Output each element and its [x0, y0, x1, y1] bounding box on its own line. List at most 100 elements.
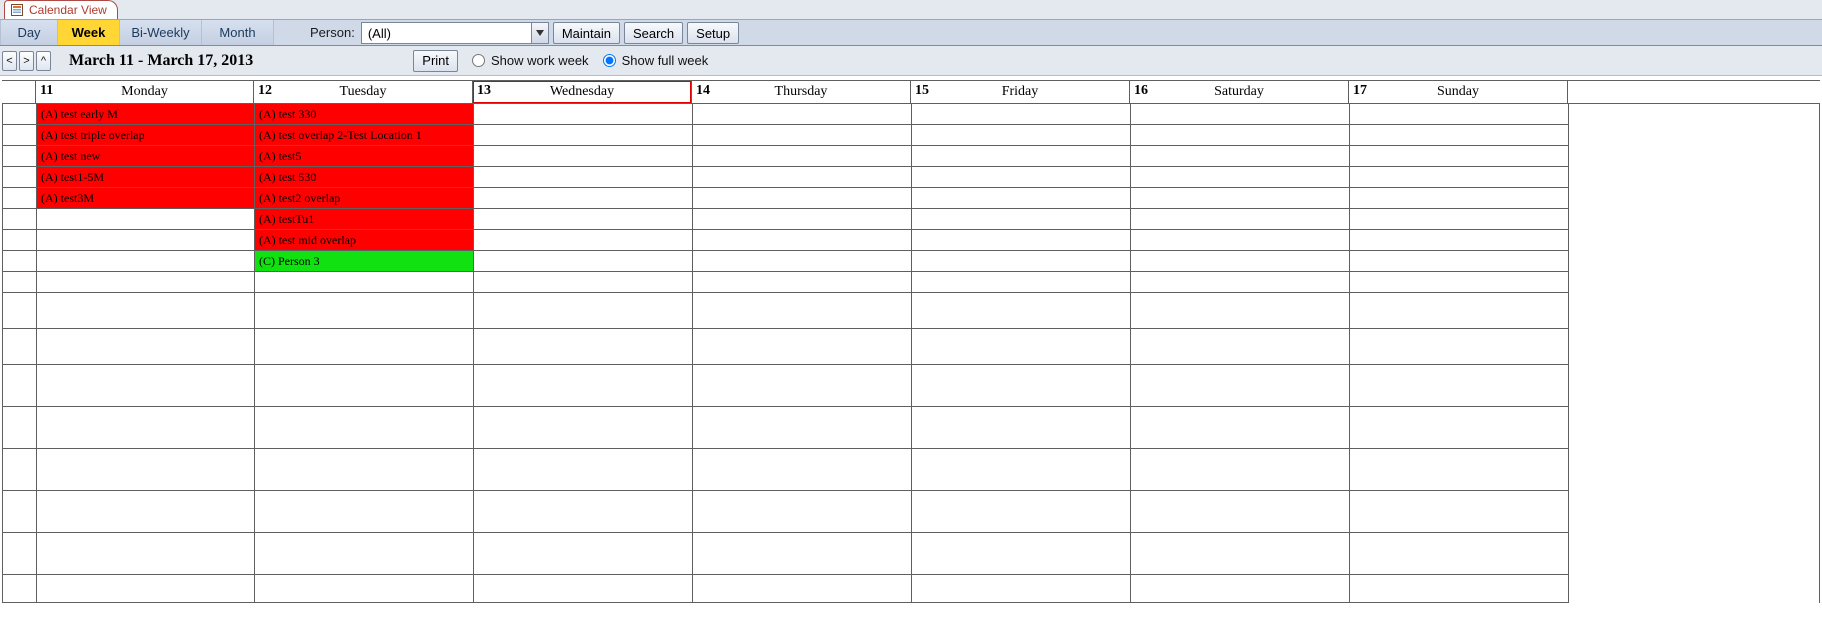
view-biweekly-button[interactable]: Bi-Weekly — [120, 20, 202, 45]
calendar-cell[interactable] — [474, 449, 693, 491]
calendar-cell[interactable] — [37, 575, 255, 603]
calendar-cell[interactable] — [1131, 491, 1350, 533]
calendar-cell[interactable] — [912, 491, 1131, 533]
calendar-cell[interactable] — [1350, 407, 1569, 449]
calendar-cell[interactable] — [3, 104, 37, 125]
view-month-button[interactable]: Month — [202, 20, 274, 45]
calendar-cell[interactable] — [474, 251, 693, 272]
calendar-cell[interactable] — [912, 146, 1131, 167]
event[interactable]: (A) test1-5M — [37, 167, 254, 187]
calendar-cell[interactable] — [693, 188, 912, 209]
calendar-cell[interactable] — [474, 188, 693, 209]
calendar-cell[interactable] — [3, 209, 37, 230]
event[interactable]: (A) test5 — [255, 146, 473, 166]
calendar-cell[interactable] — [1350, 251, 1569, 272]
calendar-cell[interactable] — [1131, 209, 1350, 230]
calendar-cell[interactable]: (A) test1-5M — [37, 167, 255, 188]
calendar-cell[interactable] — [37, 230, 255, 251]
calendar-cell[interactable] — [3, 449, 37, 491]
person-combo-value[interactable]: (All) — [361, 22, 531, 44]
setup-button[interactable]: Setup — [687, 22, 739, 44]
calendar-cell[interactable] — [474, 146, 693, 167]
calendar-cell[interactable] — [37, 491, 255, 533]
calendar-cell[interactable] — [1350, 188, 1569, 209]
calendar-cell[interactable]: (A) test overlap 2-Test Location 1 — [255, 125, 474, 146]
calendar-cell[interactable] — [912, 272, 1131, 293]
search-button[interactable]: Search — [624, 22, 683, 44]
calendar-cell[interactable] — [693, 575, 912, 603]
print-button[interactable]: Print — [413, 50, 458, 72]
calendar-cell[interactable] — [474, 407, 693, 449]
calendar-cell[interactable] — [3, 188, 37, 209]
calendar-cell[interactable] — [474, 533, 693, 575]
calendar-cell[interactable] — [912, 533, 1131, 575]
calendar-cell[interactable] — [474, 575, 693, 603]
calendar-cell[interactable] — [1131, 146, 1350, 167]
calendar-cell[interactable] — [1350, 104, 1569, 125]
calendar-cell[interactable] — [1350, 575, 1569, 603]
calendar-cell[interactable] — [693, 104, 912, 125]
calendar-cell[interactable] — [3, 329, 37, 365]
calendar-cell[interactable] — [255, 365, 474, 407]
calendar-cell[interactable] — [37, 449, 255, 491]
calendar-cell[interactable] — [912, 251, 1131, 272]
calendar-cell[interactable] — [1350, 365, 1569, 407]
radio-full-week[interactable]: Show full week — [597, 53, 709, 68]
calendar-cell[interactable] — [912, 329, 1131, 365]
calendar-cell[interactable] — [37, 251, 255, 272]
calendar-cell[interactable] — [912, 230, 1131, 251]
calendar-cell[interactable] — [1350, 293, 1569, 329]
header-tuesday[interactable]: 12 Tuesday — [254, 81, 473, 103]
person-combo[interactable]: (All) — [361, 22, 549, 44]
header-thursday[interactable]: 14 Thursday — [692, 81, 911, 103]
calendar-cell[interactable] — [693, 209, 912, 230]
calendar-cell[interactable] — [693, 407, 912, 449]
calendar-cell[interactable] — [912, 407, 1131, 449]
calendar-cell[interactable] — [37, 329, 255, 365]
calendar-cell[interactable] — [3, 272, 37, 293]
calendar-cell[interactable] — [3, 230, 37, 251]
calendar-cell[interactable] — [37, 209, 255, 230]
calendar-cell[interactable] — [693, 329, 912, 365]
header-sunday[interactable]: 17 Sunday — [1349, 81, 1568, 103]
calendar-cell[interactable] — [474, 125, 693, 146]
calendar-cell[interactable] — [912, 209, 1131, 230]
calendar-cell[interactable] — [912, 188, 1131, 209]
calendar-cell[interactable] — [3, 365, 37, 407]
calendar-cell[interactable] — [474, 293, 693, 329]
calendar-cell[interactable] — [912, 365, 1131, 407]
calendar-cell[interactable] — [1350, 329, 1569, 365]
calendar-cell[interactable] — [1131, 365, 1350, 407]
calendar-cell[interactable] — [37, 407, 255, 449]
up-button[interactable]: ^ — [36, 51, 51, 71]
calendar-cell[interactable] — [1131, 272, 1350, 293]
event[interactable]: (A) test early M — [37, 104, 254, 124]
calendar-cell[interactable] — [255, 575, 474, 603]
header-wednesday[interactable]: 13 Wednesday — [473, 81, 692, 103]
radio-work-week-input[interactable] — [472, 54, 485, 67]
calendar-cell[interactable] — [37, 293, 255, 329]
calendar-cell[interactable]: (A) test mid overlap — [255, 230, 474, 251]
calendar-cell[interactable] — [474, 365, 693, 407]
calendar-cell[interactable] — [3, 251, 37, 272]
prev-button[interactable]: < — [2, 51, 17, 71]
calendar-cell[interactable] — [1131, 125, 1350, 146]
calendar-cell[interactable]: (A) test new — [37, 146, 255, 167]
calendar-cell[interactable] — [1350, 449, 1569, 491]
calendar-cell[interactable] — [912, 104, 1131, 125]
calendar-cell[interactable] — [474, 491, 693, 533]
calendar-cell[interactable] — [255, 329, 474, 365]
calendar-cell[interactable] — [3, 533, 37, 575]
calendar-cell[interactable] — [1350, 146, 1569, 167]
calendar-cell[interactable] — [693, 167, 912, 188]
calendar-cell[interactable] — [693, 146, 912, 167]
calendar-cell[interactable] — [693, 533, 912, 575]
calendar-cell[interactable] — [1131, 188, 1350, 209]
calendar-cell[interactable] — [1131, 251, 1350, 272]
calendar-cell[interactable] — [37, 365, 255, 407]
view-week-button[interactable]: Week — [58, 20, 120, 45]
calendar-cell[interactable] — [693, 251, 912, 272]
event[interactable]: (A) test 330 — [255, 104, 473, 124]
calendar-cell[interactable] — [912, 293, 1131, 329]
event[interactable]: (A) test new — [37, 146, 254, 166]
